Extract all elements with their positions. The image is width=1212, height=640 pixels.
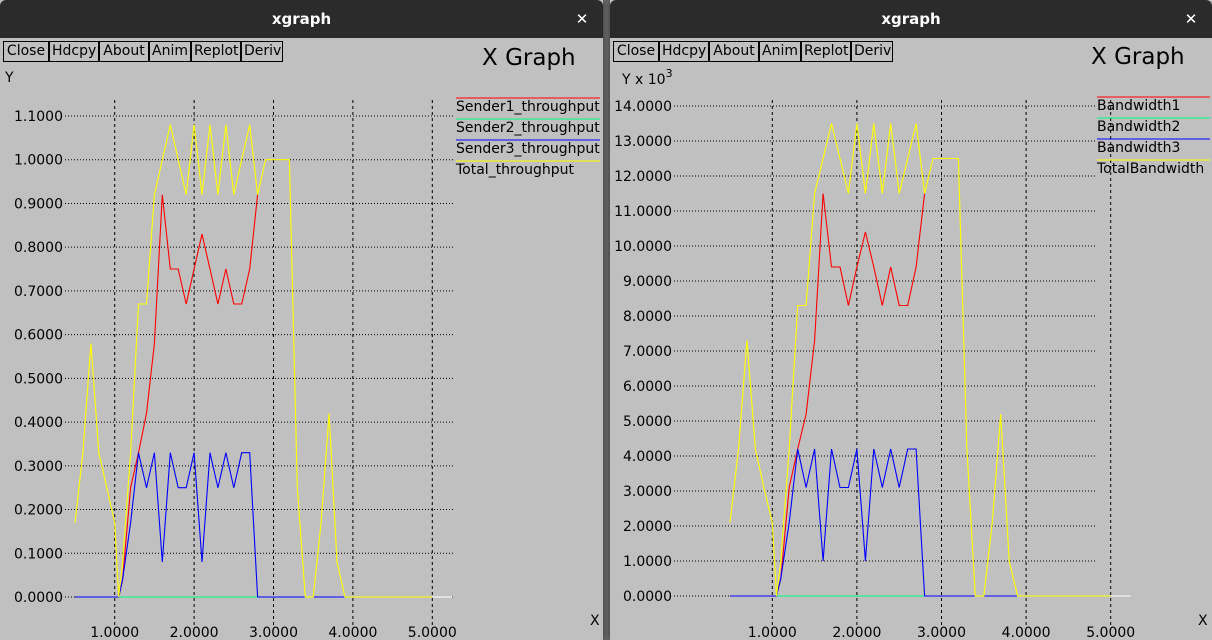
- y-tick-label: 0.4000: [14, 415, 63, 431]
- legend-label: Sender3_throughput: [456, 141, 600, 157]
- x-tick-label: 4.0000: [328, 625, 377, 640]
- y-tick-label: 6.0000: [623, 379, 672, 395]
- y-tick-label: 10.0000: [614, 239, 672, 255]
- y-tick-label: 5.0000: [623, 414, 672, 430]
- y-tick-label: 0.9000: [14, 196, 63, 212]
- y-tick-label: 8.0000: [623, 309, 672, 325]
- x-tick-label: 1.0000: [748, 625, 797, 640]
- y-tick-label: 0.1000: [14, 546, 63, 562]
- x-tick-label: 3.0000: [917, 625, 966, 640]
- x-tick-label: 2.0000: [170, 625, 219, 640]
- y-tick-label: 14.0000: [614, 99, 672, 115]
- y-tick-label: 0.2000: [14, 503, 63, 519]
- plot-area: 14.0000 13.0000 12.0000 11.0000 10.0000 9.000…: [614, 67, 1210, 640]
- y-tick-label: 2.0000: [623, 519, 672, 535]
- y-axis-label: Y: [4, 70, 14, 86]
- y-tick-label: 0.5000: [14, 371, 63, 387]
- legend-label: Bandwidth3: [1097, 140, 1180, 156]
- y-tick-label: 11.0000: [614, 204, 672, 220]
- series-line-1: [772, 193, 926, 597]
- y-tick-label: 0.6000: [14, 328, 63, 344]
- x-tick-label: 4.0000: [1002, 625, 1051, 640]
- y-tick-label: 9.0000: [623, 274, 672, 290]
- y-tick-label: 0.0000: [623, 589, 672, 605]
- y-tick-label: 4.0000: [623, 449, 672, 465]
- legend-label: Sender2_throughput: [456, 120, 600, 136]
- y-tick-label: 0.7000: [14, 284, 63, 300]
- series-line-1: [114, 194, 259, 598]
- x-axis-label: X: [1198, 613, 1208, 629]
- y-tick-label: 7.0000: [623, 344, 672, 360]
- legend-label: Total_throughput: [455, 162, 574, 178]
- y-axis-label: Y x 103: [621, 67, 673, 88]
- x-tick-label: 3.0000: [249, 625, 298, 640]
- y-tick-label: 1.0000: [623, 554, 672, 570]
- x-tick-label: 1.0000: [90, 625, 139, 640]
- legend-label: Sender1_throughput: [456, 99, 600, 115]
- plot-area: 1.1000 1.0000 0.9000 0.8000 0.7000 0.6000 0.50…: [4, 70, 600, 640]
- legend-label: Bandwidth2: [1097, 119, 1180, 135]
- xgraph-window-right: xgraph ✕ Close Hdcpy About Anim Replot D…: [610, 0, 1212, 640]
- y-tick-label: 3.0000: [623, 484, 672, 500]
- y-tick-label: 1.0000: [14, 153, 63, 169]
- y-tick-label: 0.8000: [14, 240, 63, 256]
- y-tick-label: 1.1000: [14, 109, 63, 125]
- x-tick-label: 5.0000: [408, 625, 457, 640]
- y-tick-label: 0.0000: [14, 590, 63, 606]
- y-tick-label: 0.3000: [14, 459, 63, 475]
- legend-label: TotalBandwidth: [1096, 161, 1204, 177]
- xgraph-window-left: xgraph ✕ Close Hdcpy About Anim Replot D…: [0, 0, 603, 640]
- x-tick-label: 5.0000: [1086, 625, 1135, 640]
- y-tick-label: 13.0000: [614, 134, 672, 150]
- y-tick-label: 12.0000: [614, 169, 672, 185]
- x-tick-label: 2.0000: [832, 625, 881, 640]
- legend-label: Bandwidth1: [1097, 98, 1180, 114]
- x-axis-label: X: [590, 613, 600, 629]
